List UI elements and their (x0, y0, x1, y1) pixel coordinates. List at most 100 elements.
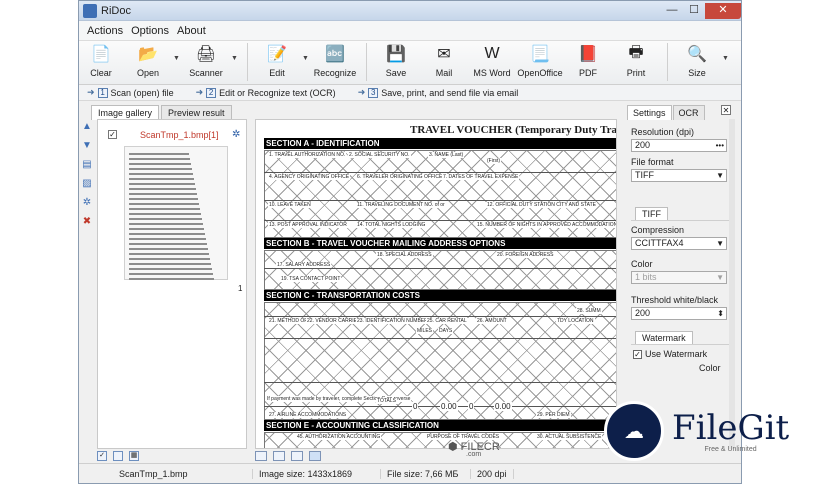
minimize-button[interactable]: — (661, 3, 683, 19)
scanner-button[interactable]: 🖨 Scanner (183, 43, 229, 78)
thumbnail-text-line (129, 233, 205, 235)
grid-view-icon[interactable]: ▦ (129, 451, 139, 461)
form-field-label: 26. AMOUNT (476, 318, 508, 324)
chevron-down-icon[interactable]: ▼ (302, 43, 312, 62)
tab-watermark[interactable]: Watermark (635, 331, 693, 344)
chevron-down-icon[interactable]: ▼ (173, 43, 183, 62)
form-field-label: 1. TRAVEL AUTHORIZATION NO. (268, 152, 347, 158)
edit-button[interactable]: 📝 Edit (254, 43, 300, 78)
menu-bar: Actions Options About (79, 21, 741, 41)
step-3[interactable]: ➜ 3 Save, print, and send file via email (357, 87, 518, 98)
thumbnail-image[interactable] (124, 146, 228, 280)
status-image-size: Image size: 1433x1869 (253, 468, 381, 479)
color-select[interactable]: 1 bits ▼ (631, 271, 727, 284)
filecr-logo-icon: ⬢ (448, 441, 461, 453)
menu-options[interactable]: Options (127, 25, 173, 37)
arrow-down-icon[interactable]: ▼ (82, 140, 92, 151)
view-page-icon[interactable] (309, 451, 321, 461)
chevron-down-icon: ▼ (716, 171, 724, 180)
watermark-color-label: Color (699, 363, 721, 373)
file-format-value: TIFF (635, 170, 654, 180)
form-rule (264, 268, 616, 269)
open-button[interactable]: 📂 Open (125, 43, 171, 78)
tab-settings[interactable]: Settings (627, 105, 672, 120)
chevron-down-icon[interactable]: ▼ (722, 43, 732, 62)
view-single-icon[interactable] (255, 451, 267, 461)
toolbar-label: Recognize (313, 68, 357, 78)
openoffice-button[interactable]: 📃 OpenOffice (517, 43, 563, 78)
document-preview[interactable]: TRAVEL VOUCHER (Temporary Duty Travel SE… (255, 119, 617, 449)
thumbnail-checkbox[interactable]: ✓ (108, 130, 117, 139)
color-label: Color (631, 259, 653, 269)
thumbnail-text-line (129, 253, 209, 255)
app-icon (83, 3, 97, 18)
view-width-icon[interactable] (291, 451, 303, 461)
tab-tiff[interactable]: TIFF (635, 207, 668, 220)
form-field-label: TDY LOCATION (556, 318, 595, 324)
threshold-stepper[interactable]: 200 ⬍ (631, 307, 727, 320)
group-divider (631, 220, 731, 221)
more-icon[interactable]: ••• (716, 140, 724, 151)
form-total-value: 0 (468, 402, 475, 411)
uncheck-all-icon[interactable] (113, 451, 123, 461)
resolution-label: Resolution (dpi) (631, 127, 695, 137)
recognize-button[interactable]: 🔤 Recognize (312, 43, 358, 78)
toolbar-label: Size (688, 68, 706, 78)
step-1[interactable]: ➜ 1 Scan (open) file (87, 87, 174, 98)
menu-about[interactable]: About (173, 25, 210, 37)
chevron-down-icon[interactable]: ▼ (231, 43, 241, 62)
size-button[interactable]: 🔍 Size (674, 43, 720, 78)
mail-button[interactable]: ✉ Mail (421, 43, 467, 78)
check-all-icon[interactable]: ✓ (97, 451, 107, 461)
tab-ocr[interactable]: OCR (672, 105, 705, 120)
step-2[interactable]: ➜ 2 Edit or Recognize text (OCR) (196, 87, 336, 98)
toolbar-label: Open (136, 68, 160, 78)
document-icon[interactable]: ▤ (82, 159, 91, 170)
menu-actions[interactable]: Actions (83, 25, 127, 37)
form-field-label: 13. POST APPROVAL INDICATOR (268, 222, 348, 228)
status-file-size: File size: 7,66 МБ (381, 468, 471, 479)
thumbnail-text-line (129, 273, 213, 275)
save-button[interactable]: 💾 Save (373, 43, 419, 78)
resolution-input[interactable]: 200 ••• (631, 139, 727, 152)
compression-select[interactable]: CCITTFAX4 ▼ (631, 237, 727, 250)
arrow-up-icon[interactable]: ▲ (82, 121, 92, 132)
thumbnail-text-line (129, 263, 211, 265)
gallery-tabs: Image gallery Preview result (91, 105, 234, 120)
form-field-label: 22. VENDOR CARRIER (306, 318, 362, 324)
arrow-right-icon: ➜ (357, 87, 366, 97)
thumbnail-text-line (129, 228, 204, 230)
side-toolbar: ▲ ▼ ▤ ▨ ✲ ✖ (79, 117, 95, 465)
form-field-label: 14. TOTAL NIGHTS LODGING (356, 222, 427, 228)
close-button[interactable]: ✕ (705, 2, 741, 19)
stepper-arrows-icon[interactable]: ⬍ (717, 308, 724, 319)
print-button[interactable]: 🖶 Print (613, 43, 659, 79)
tab-image-gallery[interactable]: Image gallery (91, 105, 160, 120)
thumbnail-text-line (129, 248, 208, 250)
delete-icon[interactable]: ✖ (83, 216, 91, 227)
image-icon[interactable]: ▨ (82, 178, 91, 189)
use-watermark-checkbox[interactable]: ✓ Use Watermark (633, 349, 707, 359)
gear-icon[interactable]: ✲ (232, 129, 240, 140)
form-field-label: 19. TSA CONTACT POINT (280, 276, 342, 282)
thumbnail-text-line (129, 268, 212, 270)
maximize-button[interactable]: ☐ (683, 3, 705, 19)
toolbar-separator (247, 43, 248, 81)
thumbnail-text-line (129, 163, 191, 165)
title-bar: RiDoc — ☐ ✕ (79, 1, 741, 21)
gear-icon[interactable]: ✲ (83, 197, 91, 208)
form-rule (264, 382, 616, 383)
close-icon[interactable]: ✕ (721, 105, 731, 115)
tab-preview-result[interactable]: Preview result (161, 105, 232, 120)
view-fit-icon[interactable] (273, 451, 285, 461)
clear-button[interactable]: 📄 Clear (79, 43, 123, 78)
form-section-header: SECTION E - ACCOUNTING CLASSIFICATION (264, 420, 616, 431)
toolbar: 📄 Clear 📂 Open ▼ 🖨 Scanner ▼ 📝 Edit ▼ 🔤 Recognize 💾 Sa… (79, 41, 741, 85)
form-total-value: 0 (412, 402, 419, 411)
window-title: RiDoc (101, 4, 131, 17)
file-format-select[interactable]: TIFF ▼ (631, 169, 727, 182)
ms-word-button[interactable]: W MS Word (469, 43, 515, 78)
pdf-button[interactable]: 📕 PDF (565, 43, 611, 78)
step-number: 2 (206, 87, 217, 98)
form-field-label: DAYS (438, 328, 454, 334)
